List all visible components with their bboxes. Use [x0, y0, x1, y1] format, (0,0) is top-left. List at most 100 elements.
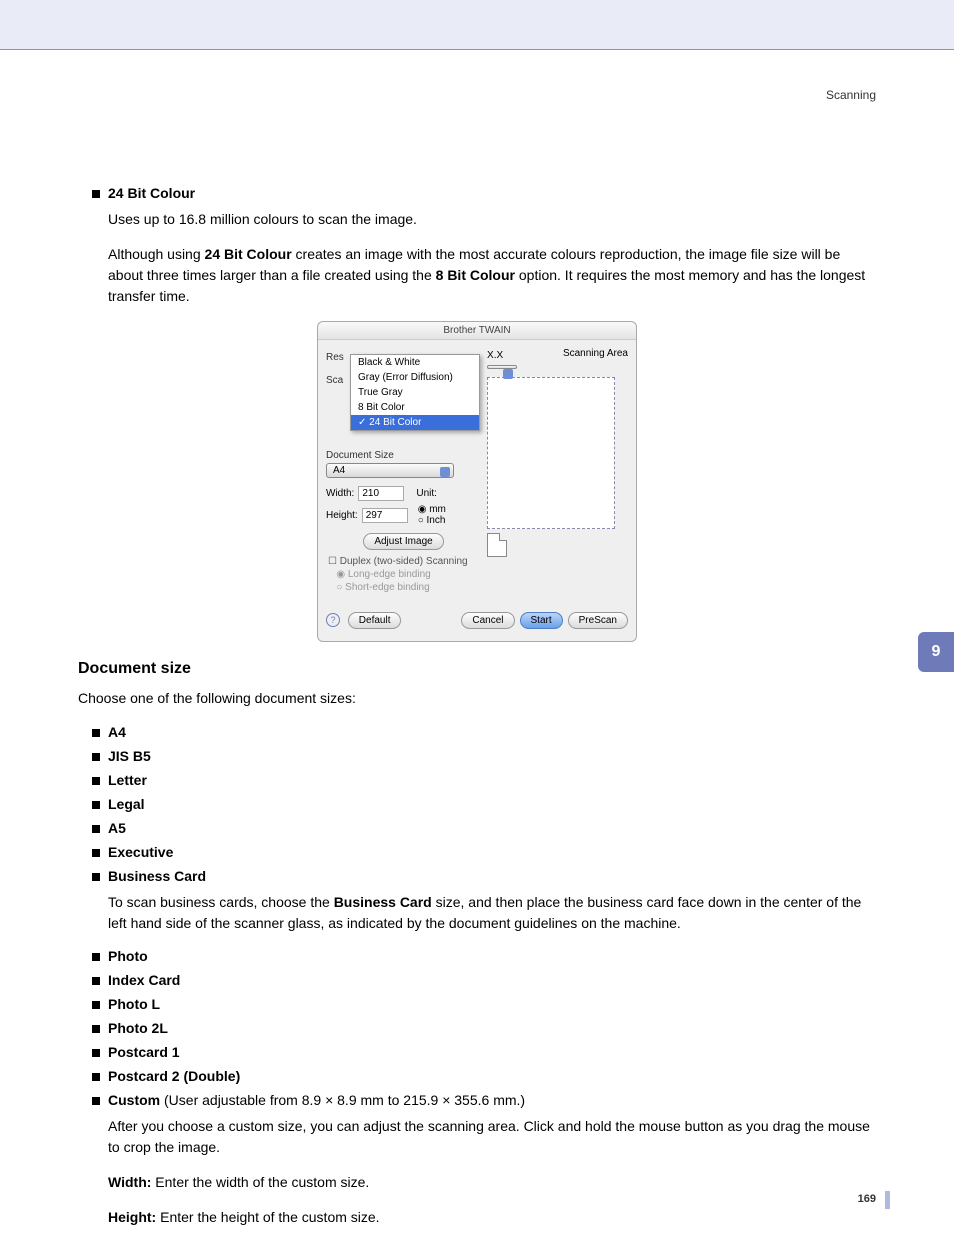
- cancel-button[interactable]: Cancel: [461, 612, 514, 629]
- default-button[interactable]: Default: [348, 612, 402, 629]
- width-input[interactable]: [358, 486, 404, 501]
- scanning-area-label: Scanning Area: [563, 348, 628, 359]
- text: (User adjustable from 8.9 × 8.9 mm to 21…: [160, 1092, 525, 1108]
- short-edge-radio: ○ Short-edge binding: [328, 582, 481, 593]
- text-bold: 24 Bit Colour: [205, 246, 292, 262]
- chevron-down-icon: [440, 467, 450, 477]
- square-bullet-icon: [92, 777, 100, 785]
- height-label: Height:: [326, 510, 358, 521]
- duplex-checkbox[interactable]: ☐ Duplex (two-sided) Scanning: [328, 556, 481, 567]
- text: To scan business cards, choose the: [108, 894, 334, 910]
- bullet-label: Index Card: [108, 972, 180, 988]
- header-band: [0, 0, 954, 50]
- list-item: Index Card: [92, 972, 876, 988]
- square-bullet-icon: [92, 753, 100, 761]
- text-bold: Business Card: [334, 894, 432, 910]
- document-size-label: Document Size: [326, 450, 481, 461]
- width-label: Width:: [326, 488, 354, 499]
- square-bullet-icon: [92, 1001, 100, 1009]
- version-label: X.X: [487, 350, 503, 361]
- paragraph: To scan business cards, choose the Busin…: [108, 892, 876, 934]
- bullet-title: 24 Bit Colour: [108, 185, 195, 201]
- list-item: JIS B5: [92, 748, 876, 764]
- page-thumbnail-icon: [487, 533, 507, 557]
- list-item: Custom (User adjustable from 8.9 × 8.9 m…: [92, 1092, 876, 1108]
- scan-preview-area[interactable]: [487, 377, 615, 529]
- menu-item-8bit[interactable]: 8 Bit Color: [351, 400, 479, 415]
- square-bullet-icon: [92, 1097, 100, 1105]
- scantype-dropdown-menu[interactable]: Black & White Gray (Error Diffusion) Tru…: [350, 354, 480, 431]
- square-bullet-icon: [92, 977, 100, 985]
- text-bold: Width:: [108, 1174, 151, 1190]
- menu-item-truegray[interactable]: True Gray: [351, 385, 479, 400]
- prescan-button[interactable]: PreScan: [568, 612, 628, 629]
- list-item: Letter: [92, 772, 876, 788]
- square-bullet-icon: [92, 1049, 100, 1057]
- start-button[interactable]: Start: [520, 612, 563, 629]
- paragraph: Although using 24 Bit Colour creates an …: [108, 244, 876, 307]
- size-list-1: A4 JIS B5 Letter Legal A5 Executive Busi…: [78, 724, 876, 884]
- twain-dialog: Brother TWAIN Res Sca Black & White Gray…: [317, 321, 637, 642]
- unit-mm-radio[interactable]: ◉ mm: [418, 504, 446, 515]
- bullet-label: Executive: [108, 844, 173, 860]
- version-select[interactable]: [487, 365, 517, 369]
- long-edge-radio: ◉ Long-edge binding: [328, 569, 481, 580]
- square-bullet-icon: [92, 1073, 100, 1081]
- paragraph: After you choose a custom size, you can …: [108, 1116, 876, 1158]
- menu-item-bw[interactable]: Black & White: [351, 355, 479, 370]
- text: Enter the height of the custom size.: [156, 1209, 379, 1225]
- bullet-label: Business Card: [108, 868, 206, 884]
- bullet-label: Photo L: [108, 996, 160, 1012]
- page-content: 24 Bit Colour Uses up to 16.8 million co…: [0, 50, 954, 1228]
- menu-item-gray[interactable]: Gray (Error Diffusion): [351, 370, 479, 385]
- square-bullet-icon: [92, 801, 100, 809]
- adjust-image-button[interactable]: Adjust Image: [363, 533, 443, 550]
- paragraph: Choose one of the following document siz…: [78, 688, 876, 710]
- document-size-select[interactable]: A4: [326, 463, 454, 478]
- bullet-label: A5: [108, 820, 126, 836]
- bullet-label: Letter: [108, 772, 147, 788]
- section-heading: Document size: [78, 660, 876, 678]
- square-bullet-icon: [92, 825, 100, 833]
- list-item: A5: [92, 820, 876, 836]
- list-item: Photo 2L: [92, 1020, 876, 1036]
- chevron-down-icon: [503, 369, 513, 379]
- paragraph: Uses up to 16.8 million colours to scan …: [108, 209, 876, 230]
- unit-inch-radio[interactable]: ○ Inch: [418, 515, 446, 526]
- text: Although using: [108, 246, 205, 262]
- dialog-title: Brother TWAIN: [318, 322, 636, 340]
- page-number-accent: [885, 1191, 890, 1209]
- list-item: Executive: [92, 844, 876, 860]
- square-bullet-icon: [92, 849, 100, 857]
- bullet-label: Custom: [108, 1092, 160, 1108]
- size-list-2: Photo Index Card Photo L Photo 2L Postca…: [78, 948, 876, 1084]
- bullet-label: JIS B5: [108, 748, 151, 764]
- height-input[interactable]: [362, 508, 408, 523]
- document-size-value: A4: [333, 465, 345, 476]
- list-item: Postcard 1: [92, 1044, 876, 1060]
- text: Enter the width of the custom size.: [151, 1174, 369, 1190]
- help-icon[interactable]: ?: [326, 613, 340, 627]
- square-bullet-icon: [92, 729, 100, 737]
- chapter-tab: 9: [918, 632, 954, 672]
- bullet-label: Photo 2L: [108, 1020, 168, 1036]
- list-item: Photo L: [92, 996, 876, 1012]
- list-item: Postcard 2 (Double): [92, 1068, 876, 1084]
- square-bullet-icon: [92, 190, 100, 198]
- bullet-label: Legal: [108, 796, 145, 812]
- unit-label: Unit:: [416, 488, 437, 499]
- list-item: Legal: [92, 796, 876, 812]
- square-bullet-icon: [92, 873, 100, 881]
- bullet-label: A4: [108, 724, 126, 740]
- text-bold: Height:: [108, 1209, 156, 1225]
- page-number: 169: [858, 1193, 876, 1205]
- paragraph: Width: Enter the width of the custom siz…: [108, 1172, 876, 1193]
- bullet-label: Postcard 1: [108, 1044, 180, 1060]
- list-item: Business Card: [92, 868, 876, 884]
- list-item: A4: [92, 724, 876, 740]
- bullet-label: Postcard 2 (Double): [108, 1068, 240, 1084]
- square-bullet-icon: [92, 953, 100, 961]
- bullet-label: Photo: [108, 948, 148, 964]
- menu-item-24bit[interactable]: 24 Bit Color: [351, 415, 479, 430]
- page-header-section: Scanning: [826, 88, 876, 102]
